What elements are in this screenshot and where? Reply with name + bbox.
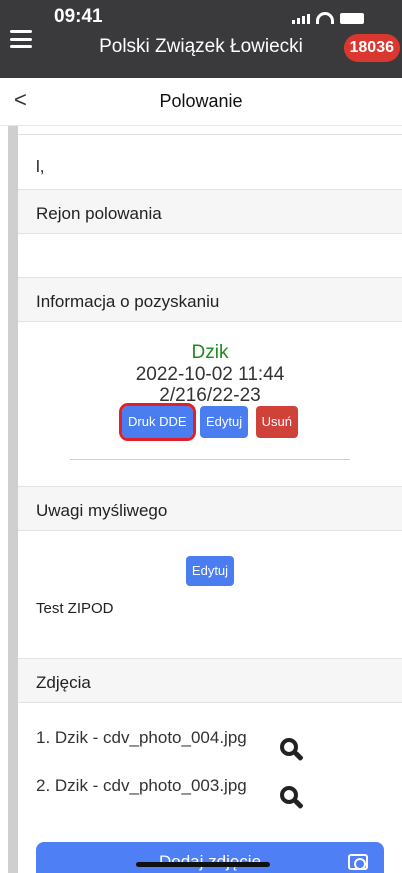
species-label: Dzik (191, 342, 229, 363)
nav-bar: < Polowanie (0, 78, 402, 126)
delete-harvest-button[interactable]: Usuń (255, 406, 298, 438)
battery-icon (340, 13, 364, 24)
region-content-row (18, 233, 402, 277)
photo-item[interactable]: 2. Dzik - cdv_photo_003.jpg (36, 776, 247, 796)
edit-harvest-button[interactable]: Edytuj (200, 406, 249, 438)
top-header: 09:41 Polski Związek Łowiecki 18036 (0, 0, 402, 78)
harvest-actions: Druk DDE Edytuj Usuń (18, 403, 402, 441)
home-indicator (136, 862, 270, 867)
harvest-heading-row: Informacja o pozyskaniu (18, 277, 402, 321)
signal-icon (292, 14, 310, 24)
photos-heading-row: Zdjęcia (18, 658, 402, 702)
harvest-species: Dzik (18, 342, 402, 364)
photo-item[interactable]: 1. Dzik - cdv_photo_004.jpg (36, 728, 247, 748)
add-photo-button[interactable]: Dodaj zdjęcie (36, 842, 384, 873)
wifi-icon (316, 12, 334, 24)
hunter-notes-row (18, 530, 402, 658)
top-text: l, (36, 157, 45, 176)
harvest-number: 2/216/22-23 (159, 385, 261, 406)
harvest-datetime: 2022-10-02 11:44 (135, 364, 285, 385)
harvest-heading: Informacja o pozyskaniu (36, 292, 220, 311)
region-heading: Rejon polowania (36, 204, 162, 223)
print-dde-button[interactable]: Druk DDE (119, 403, 196, 441)
top-spacer (18, 126, 402, 134)
app-title: Polski Związek Łowiecki (99, 36, 303, 57)
hunter-notes-heading-row: Uwagi myśliwego (18, 486, 402, 530)
status-icons (292, 12, 364, 24)
left-scroll-bar (8, 126, 18, 873)
top-text-row: l, (18, 134, 402, 189)
harvest-divider (70, 459, 350, 460)
hunter-notes-text: Test ZIPOD (36, 600, 114, 617)
page-title: Polowanie (159, 91, 243, 111)
photo-label[interactable]: 1. Dzik - cdv_photo_004.jpg (36, 728, 247, 747)
region-heading-row: Rejon polowania (18, 189, 402, 233)
main-content: l, Rejon polowania Informacja o pozyskan… (18, 126, 402, 873)
camera-icon (348, 854, 368, 870)
app-screen: 09:41 Polski Związek Łowiecki 18036 < Po… (0, 0, 402, 873)
photo-label[interactable]: 2. Dzik - cdv_photo_003.jpg (36, 776, 247, 795)
hunter-notes-heading: Uwagi myśliwego (36, 501, 168, 520)
status-time: 09:41 (54, 6, 103, 27)
search-icon[interactable] (280, 738, 298, 756)
notification-badge[interactable]: 18036 (343, 34, 400, 62)
search-icon[interactable] (280, 786, 298, 804)
edit-notes-button[interactable]: Edytuj (185, 556, 235, 586)
photos-heading: Zdjęcia (36, 673, 91, 692)
hunter-notes-actions: Edytuj (18, 556, 402, 586)
